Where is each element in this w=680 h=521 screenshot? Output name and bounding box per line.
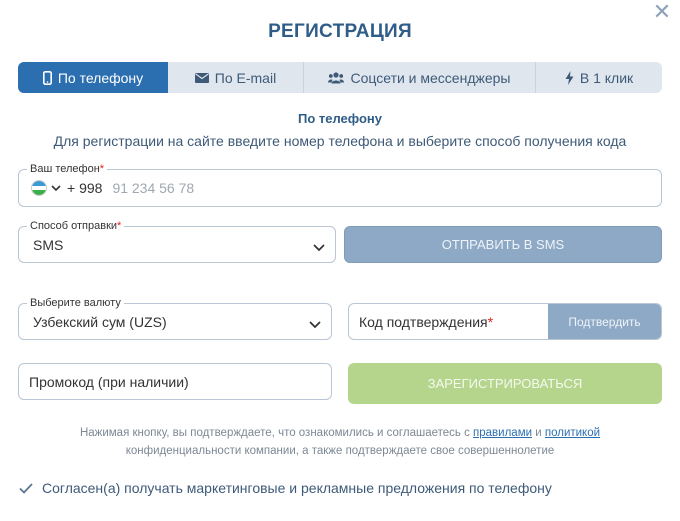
currency-select[interactable]: Выберите валюту Узбекский сум (UZS) [18, 296, 332, 340]
tab-by-phone[interactable]: По телефону [18, 62, 168, 93]
confirmation-code-field[interactable]: Код подтверждения* Подтвердить [348, 303, 662, 340]
section-description: Для регистрации на сайте введите номер т… [53, 133, 627, 149]
tab-by-email[interactable]: По E-mail [168, 62, 304, 93]
chevron-down-icon[interactable] [51, 184, 61, 192]
currency-label: Выберите валюту [27, 296, 124, 310]
phone-field[interactable]: Ваш телефон* + 998 91 234 56 78 [18, 162, 662, 207]
tab-label: Соцсети и мессенджеры [350, 69, 511, 86]
consent-label: Согласен(а) получать маркетинговые и рек… [42, 480, 552, 496]
confirmation-code-input[interactable]: Код подтверждения* [359, 314, 493, 330]
policy-link[interactable]: политикой [545, 427, 600, 439]
tab-label: По E-mail [214, 69, 277, 86]
currency-value: Узбекский сум (UZS) [33, 314, 167, 330]
checkmark-icon[interactable] [18, 480, 34, 496]
send-method-value: SMS [33, 237, 64, 253]
users-icon [328, 71, 345, 84]
phone-icon [42, 70, 52, 85]
section-title: По телефону [297, 111, 383, 126]
lightning-icon [565, 70, 574, 85]
page-title: РЕГИСТРАЦИЯ [268, 21, 412, 42]
tab-label: В 1 клик [579, 69, 634, 86]
chevron-down-icon [309, 316, 321, 334]
promo-input[interactable] [19, 364, 331, 399]
phone-input[interactable]: 91 234 56 78 [112, 180, 194, 196]
marketing-consent[interactable]: Согласен(а) получать маркетинговые и рек… [18, 480, 552, 496]
legal-notice: Нажимая кнопку, вы подтверждаете, что оз… [79, 427, 601, 457]
tab-label: По телефону [57, 69, 144, 86]
send-method-label: Способ отправки* [27, 219, 125, 233]
phone-label: Ваш телефон* [27, 162, 108, 176]
close-icon[interactable]: ✕ [652, 1, 672, 23]
tab-social[interactable]: Соцсети и мессенджеры [304, 62, 536, 93]
registration-tabs: По телефону По E-mail Соцсети и мессендж… [18, 62, 662, 93]
country-code: + 998 [67, 180, 103, 196]
register-button[interactable]: ЗАРЕГИСТРИРОВАТЬСЯ [348, 363, 662, 404]
chevron-down-icon [313, 239, 325, 257]
confirm-button[interactable]: Подтвердить [548, 304, 661, 339]
rules-link[interactable]: правилами [473, 427, 532, 439]
send-sms-button[interactable]: ОТПРАВИТЬ В SMS [344, 226, 662, 263]
promo-field[interactable] [18, 363, 332, 400]
envelope-icon [194, 72, 209, 83]
tab-one-click[interactable]: В 1 клик [536, 62, 662, 93]
uzbekistan-flag-icon[interactable] [31, 180, 47, 196]
send-method-select[interactable]: Способ отправки* SMS [18, 219, 336, 263]
